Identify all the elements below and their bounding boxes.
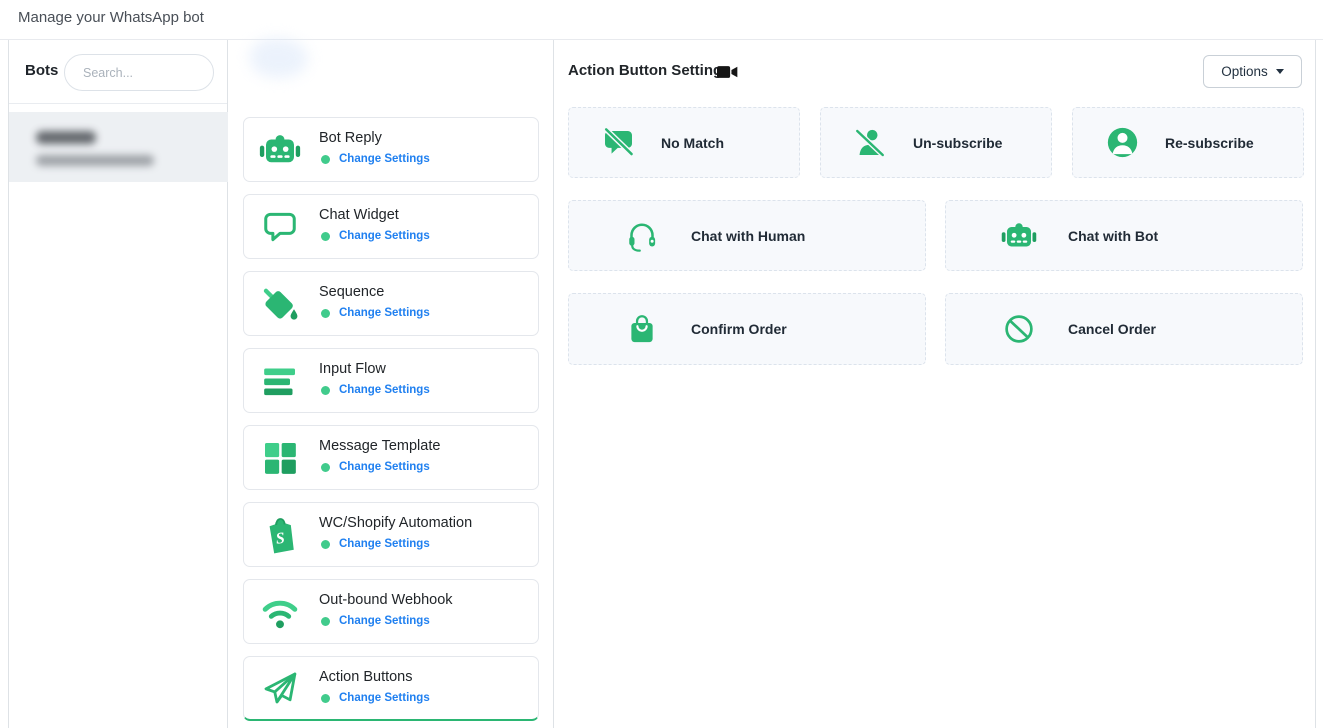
lines-icon [258, 359, 302, 403]
module-card-outbound-webhook[interactable]: Out-bound Webhook Change Settings [243, 579, 539, 644]
action-tile-no-match[interactable]: No Match [568, 107, 800, 178]
page-title: Manage your WhatsApp bot [18, 9, 204, 26]
module-status: Change Settings [321, 615, 430, 627]
action-tile-resubscribe[interactable]: Re-subscribe [1072, 107, 1304, 178]
change-settings-link[interactable]: Change Settings [339, 692, 430, 704]
options-button[interactable]: Options [1203, 55, 1302, 88]
action-tile-label: Un-subscribe [913, 135, 1002, 151]
status-dot [321, 386, 330, 395]
bot-search-input[interactable] [64, 54, 214, 91]
shopify-bag-icon: S [258, 513, 302, 557]
status-dot [321, 309, 330, 318]
grid-icon [258, 436, 302, 480]
top-header: Manage your WhatsApp bot [0, 0, 1323, 40]
status-dot [321, 540, 330, 549]
module-status: Change Settings [321, 538, 430, 550]
module-status: Change Settings [321, 384, 430, 396]
action-tile-label: No Match [661, 135, 724, 151]
video-camera-icon[interactable] [717, 64, 738, 85]
module-title: Out-bound Webhook [319, 592, 453, 608]
change-settings-link[interactable]: Change Settings [339, 307, 430, 319]
redacted-bot-detail [36, 155, 154, 166]
action-tile-unsubscribe[interactable]: Un-subscribe [820, 107, 1052, 178]
module-card-message-template[interactable]: Message Template Change Settings [243, 425, 539, 490]
module-card-action-buttons[interactable]: Action Buttons Change Settings [243, 656, 539, 721]
wifi-icon [258, 590, 302, 634]
module-title: WC/Shopify Automation [319, 515, 472, 531]
robot-icon [1000, 217, 1038, 255]
action-tile-label: Confirm Order [691, 321, 787, 337]
bots-sidebar: Bots [9, 40, 228, 728]
module-card-wc-shopify[interactable]: S WC/Shopify Automation Change Settings [243, 502, 539, 567]
options-label: Options [1221, 64, 1268, 79]
action-tile-cancel-order[interactable]: Cancel Order [945, 293, 1303, 365]
action-tile-chat-with-human[interactable]: Chat with Human [568, 200, 926, 271]
robot-icon [258, 128, 302, 172]
caret-down-icon [1276, 69, 1284, 74]
status-dot [321, 463, 330, 472]
container-right-border [1315, 40, 1316, 728]
module-status: Change Settings [321, 307, 430, 319]
change-settings-link[interactable]: Change Settings [339, 153, 430, 165]
module-status: Change Settings [321, 692, 430, 704]
module-title: Chat Widget [319, 207, 399, 223]
status-dot [321, 617, 330, 626]
action-tile-label: Chat with Bot [1068, 228, 1158, 244]
shopping-bag-icon [623, 310, 661, 348]
module-title: Action Buttons [319, 669, 413, 685]
action-tile-confirm-order[interactable]: Confirm Order [568, 293, 926, 365]
change-settings-link[interactable]: Change Settings [339, 384, 430, 396]
module-card-chat-widget[interactable]: Chat Widget Change Settings [243, 194, 539, 259]
ban-icon [1000, 310, 1038, 348]
headset-icon [623, 217, 661, 255]
paint-fill-icon [258, 282, 302, 326]
user-slash-icon [851, 124, 889, 162]
module-card-input-flow[interactable]: Input Flow Change Settings [243, 348, 539, 413]
app-screen: Manage your WhatsApp bot Bots [0, 0, 1323, 728]
module-card-sequence[interactable]: Sequence Change Settings [243, 271, 539, 336]
status-dot [321, 694, 330, 703]
action-tile-label: Re-subscribe [1165, 135, 1254, 151]
change-settings-link[interactable]: Change Settings [339, 461, 430, 473]
module-title: Sequence [319, 284, 384, 300]
chat-bubble-icon [258, 205, 302, 249]
panel-title: Action Button Settings [568, 62, 730, 79]
module-status: Change Settings [321, 153, 430, 165]
chat-slash-icon [599, 124, 637, 162]
action-tile-label: Cancel Order [1068, 321, 1156, 337]
redacted-bot-name [36, 131, 96, 144]
change-settings-link[interactable]: Change Settings [339, 230, 430, 242]
action-tile-label: Chat with Human [691, 228, 805, 244]
blurred-avatar-blob [250, 38, 308, 78]
module-status: Change Settings [321, 230, 430, 242]
module-title: Bot Reply [319, 130, 382, 146]
action-tile-chat-with-bot[interactable]: Chat with Bot [945, 200, 1303, 271]
change-settings-link[interactable]: Change Settings [339, 538, 430, 550]
user-circle-icon [1103, 124, 1141, 162]
selected-bot-item[interactable] [9, 112, 228, 182]
module-title: Message Template [319, 438, 440, 454]
status-dot [321, 232, 330, 241]
bots-title: Bots [25, 62, 58, 79]
status-dot [321, 155, 330, 164]
bots-sidebar-header: Bots [9, 40, 227, 104]
module-card-bot-reply[interactable]: Bot Reply Change Settings [243, 117, 539, 182]
module-title: Input Flow [319, 361, 386, 377]
paper-plane-icon [258, 666, 302, 710]
middle-column-divider [553, 40, 554, 728]
change-settings-link[interactable]: Change Settings [339, 615, 430, 627]
module-status: Change Settings [321, 461, 430, 473]
